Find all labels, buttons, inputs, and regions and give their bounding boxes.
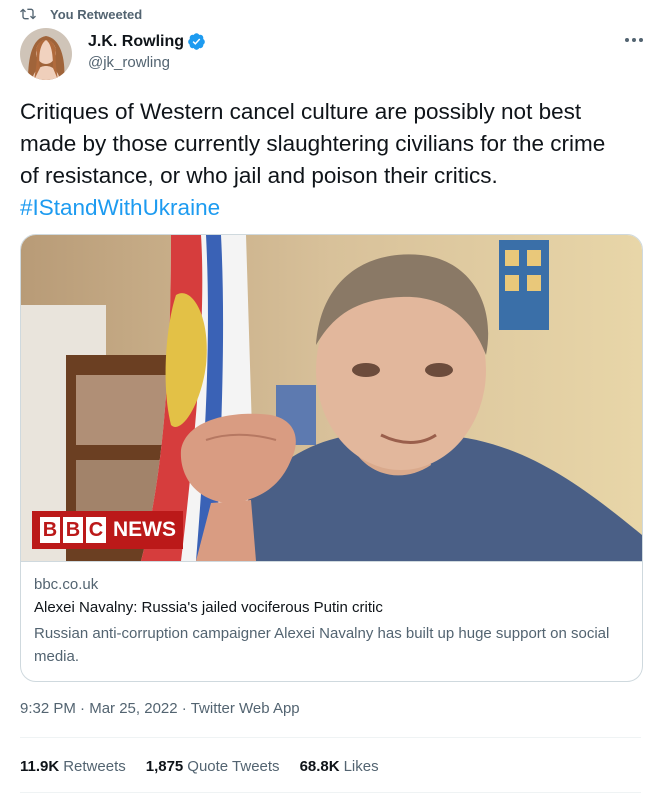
more-options-icon[interactable] <box>623 32 645 48</box>
divider <box>20 737 641 738</box>
likes-label: Likes <box>343 758 379 775</box>
bbc-news-logo: B B C NEWS <box>32 511 183 549</box>
logo-letter: B <box>40 517 60 543</box>
tweet-date[interactable]: Mar 25, 2022 <box>89 700 177 717</box>
avatar[interactable] <box>20 28 72 80</box>
retweet-indicator: You Retweeted <box>20 4 142 24</box>
likes-count: 68.8K <box>299 758 340 775</box>
tweet-source[interactable]: Twitter Web App <box>191 700 300 717</box>
retweets-count: 11.9K <box>20 758 60 775</box>
separator: · <box>181 700 187 717</box>
divider <box>20 792 641 793</box>
quote-tweets-stat[interactable]: 1,875 Quote Tweets <box>146 758 280 775</box>
retweet-label: You Retweeted <box>50 6 143 22</box>
logo-letter: B <box>63 517 83 543</box>
quotes-count: 1,875 <box>145 758 184 775</box>
card-image[interactable]: B B C NEWS <box>21 235 642 562</box>
card-domain: bbc.co.uk <box>34 576 99 593</box>
separator: · <box>80 700 86 717</box>
tweet-text: Critiques of Western cancel culture are … <box>20 96 630 224</box>
tweet-body: Critiques of Western cancel culture are … <box>20 99 606 188</box>
likes-stat[interactable]: 68.8K Likes <box>300 758 379 775</box>
card-body: bbc.co.uk Alexei Navalny: Russia's jaile… <box>21 562 642 668</box>
tweet-time[interactable]: 9:32 PM <box>20 700 76 717</box>
logo-letter: C <box>86 517 106 543</box>
retweets-stat[interactable]: 11.9K Retweets <box>20 758 126 775</box>
tweet-author: J.K. Rowling @jk_rowling <box>20 28 206 80</box>
card-description: Russian anti-corruption campaigner Alexe… <box>34 625 610 665</box>
author-handle[interactable]: @jk_rowling <box>88 54 206 71</box>
card-title: Alexei Navalny: Russia's jailed vocifero… <box>34 599 383 616</box>
verified-badge-icon <box>188 33 205 50</box>
link-card[interactable]: B B C NEWS bbc.co.uk Alexei Navalny: Rus… <box>20 234 643 682</box>
tweet-meta: 9:32 PM · Mar 25, 2022 · Twitter Web App <box>20 700 300 717</box>
retweet-icon <box>20 8 36 20</box>
quotes-label: Quote Tweets <box>187 758 280 775</box>
retweets-label: Retweets <box>63 758 126 775</box>
logo-word: NEWS <box>113 518 176 541</box>
hashtag-link[interactable]: #IStandWithUkraine <box>20 195 220 220</box>
author-name[interactable]: J.K. Rowling <box>88 33 184 51</box>
tweet-stats: 11.9K Retweets 1,875 Quote Tweets 68.8K Lik… <box>20 758 399 775</box>
